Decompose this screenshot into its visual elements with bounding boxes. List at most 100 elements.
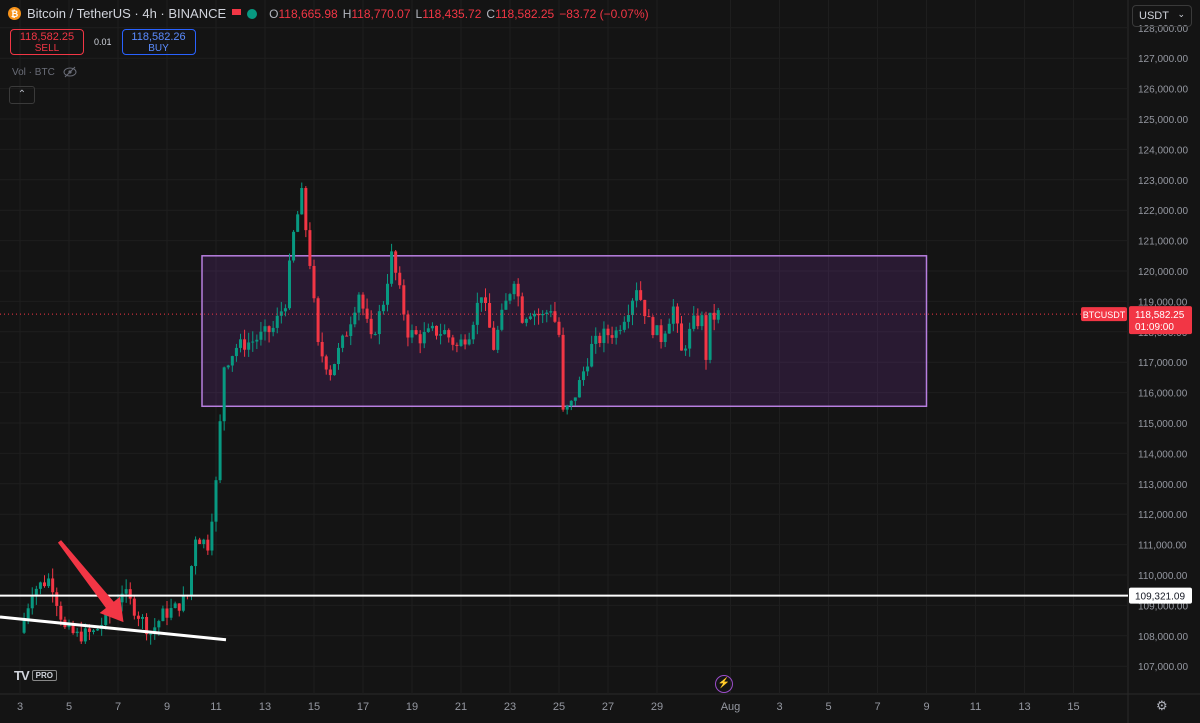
x-tick-label: 7: [874, 701, 880, 713]
candle-body: [157, 621, 161, 628]
candle-body: [292, 231, 296, 261]
candle-body: [320, 341, 324, 357]
close-value: 118,582.25: [495, 6, 555, 21]
candle-body: [659, 325, 663, 343]
candle-body: [463, 339, 467, 345]
x-tick-label: 15: [1067, 701, 1079, 713]
candle-body: [283, 308, 287, 312]
candle-body: [345, 335, 349, 337]
candle-body: [508, 294, 512, 301]
candle-body: [247, 342, 251, 350]
candle-body: [671, 306, 675, 324]
candle-body: [647, 316, 651, 318]
candle-body: [631, 300, 634, 316]
candle-body: [557, 321, 561, 335]
candle-body: [639, 290, 643, 300]
change-value: −83.72 (−0.07%): [559, 6, 649, 21]
candle-body: [696, 315, 700, 327]
gear-icon[interactable]: ⚙: [1156, 698, 1168, 714]
candle-body: [173, 603, 177, 609]
candle-body: [606, 328, 610, 336]
candle-body: [439, 334, 443, 336]
y-tick-label: 111,000.00: [1138, 541, 1187, 552]
x-tick-label: 25: [553, 701, 565, 713]
volume-label: Vol · BTC: [12, 66, 55, 78]
candle-body: [484, 297, 487, 303]
candle-body: [165, 608, 169, 618]
candle-body: [75, 631, 79, 634]
x-tick-label: 23: [504, 701, 516, 713]
chart-canvas[interactable]: 107,000.00108,000.00109,000.00110,000.00…: [0, 0, 1200, 723]
candle-body: [545, 312, 549, 314]
y-tick-label: 116,000.00: [1138, 389, 1188, 400]
candle-body: [239, 339, 242, 348]
candle-body: [43, 582, 46, 587]
candle-body: [504, 300, 508, 310]
collapse-button[interactable]: ⌃: [9, 86, 35, 104]
candle-body: [128, 589, 132, 599]
candle-body: [414, 330, 418, 335]
candle-body: [447, 330, 451, 338]
eye-off-icon[interactable]: [63, 66, 77, 78]
candle-body: [59, 605, 63, 620]
symbol-label: BTCUSDT: [1083, 310, 1126, 320]
candle-body: [479, 297, 483, 303]
candle-body: [214, 480, 218, 522]
candle-body: [451, 337, 455, 345]
candle-body: [524, 318, 528, 323]
y-tick-label: 124,000.00: [1138, 145, 1188, 156]
buy-button[interactable]: 118,582.26 BUY: [121, 29, 196, 55]
tradingview-logo[interactable]: TV PRO: [14, 668, 57, 683]
y-tick-label: 113,000.00: [1138, 480, 1188, 491]
lightning-icon[interactable]: ⚡: [715, 675, 733, 693]
x-tick-label: 13: [259, 701, 271, 713]
candle-body: [243, 339, 247, 350]
candle-body: [222, 367, 226, 422]
candle-body: [565, 405, 569, 410]
candle-body: [267, 326, 271, 333]
x-tick-label: 7: [115, 701, 121, 713]
x-tick-label: 13: [1018, 701, 1030, 713]
y-tick-label: 107,000.00: [1138, 662, 1188, 673]
candle-body: [675, 306, 679, 324]
candle-body: [87, 628, 91, 632]
candle-body: [496, 329, 500, 350]
x-tick-label: 5: [825, 701, 831, 713]
candle-body: [381, 304, 385, 312]
candle-body: [422, 331, 426, 344]
candle-body: [181, 595, 185, 611]
candle-body: [577, 380, 581, 398]
candle-body: [598, 335, 602, 344]
chevron-up-icon: ⌃: [17, 89, 27, 100]
candle-body: [308, 230, 312, 266]
candle-body: [55, 592, 59, 606]
candle-body: [361, 294, 365, 309]
candle-body: [561, 334, 565, 410]
candle-body: [528, 316, 532, 319]
candle-body: [328, 369, 332, 376]
symbol-title[interactable]: Bitcoin / TetherUS · 4h · BINANCE: [27, 6, 226, 21]
chart-header: ₿ Bitcoin / TetherUS · 4h · BINANCE O118…: [8, 6, 649, 21]
candle-body: [467, 339, 471, 345]
x-tick-label: 3: [17, 701, 23, 713]
candle-body: [459, 339, 463, 346]
candle-body: [667, 323, 671, 334]
x-tick-label: 9: [923, 701, 929, 713]
currency-selector[interactable]: USDT ⌄: [1132, 5, 1192, 27]
candle-body: [202, 539, 206, 545]
candle-body: [602, 328, 606, 344]
candle-body: [443, 330, 447, 335]
x-tick-label: 21: [455, 701, 467, 713]
sell-button[interactable]: 118,582.25 SELL: [10, 29, 84, 55]
flag-icon[interactable]: [232, 8, 242, 19]
candle-body: [312, 265, 316, 299]
candle-body: [402, 285, 406, 315]
candle-body: [569, 400, 573, 406]
y-tick-label: 122,000.00: [1138, 206, 1188, 217]
time-axis: 3 5 7 9 11 13 15 17 19 21 23 25 27 29 Aug 3 5 7 9 11 13 15: [17, 701, 1080, 713]
candle-body: [316, 298, 320, 342]
candle-body: [373, 334, 377, 336]
candle-body: [210, 521, 214, 551]
candle-body: [471, 324, 475, 340]
trend-line: [0, 615, 227, 642]
